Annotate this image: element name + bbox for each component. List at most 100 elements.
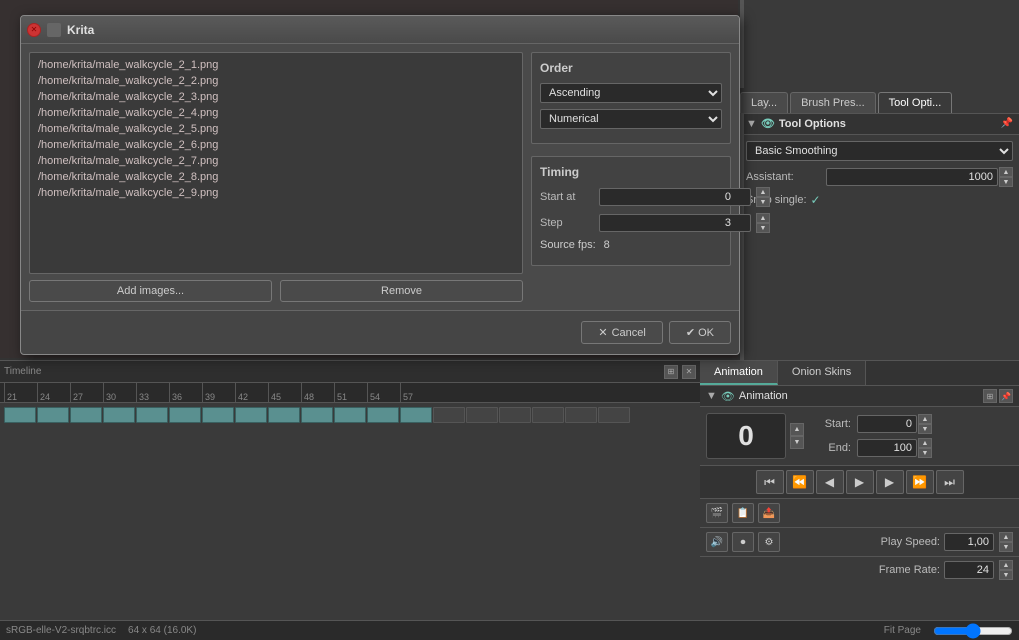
frame-down-btn[interactable]: ▼ <box>790 436 804 449</box>
remove-btn[interactable]: Remove <box>280 280 523 302</box>
settings-btn[interactable]: ⚙ <box>758 532 780 552</box>
file-item-8[interactable]: /home/krita/male_walkcycle_2_8.png <box>34 169 518 185</box>
audio-btn[interactable]: 🔊 <box>706 532 728 552</box>
next-frame-btn[interactable]: ▶ <box>876 470 904 494</box>
skip-to-start-btn[interactable]: ⏮ <box>756 470 784 494</box>
zoom-slider[interactable] <box>933 626 1013 636</box>
play-btn[interactable]: ▶ <box>846 470 874 494</box>
frame-rate-area: Frame Rate: ▲ ▼ <box>700 557 1019 583</box>
order-direction-select[interactable]: Ascending Descending <box>540 83 722 103</box>
frame-up-btn[interactable]: ▲ <box>790 423 804 436</box>
tool-options-content: Basic Smoothing Stabilizer None Assistan… <box>740 135 1019 219</box>
smoothing-select[interactable]: Basic Smoothing Stabilizer None <box>746 141 1013 161</box>
start-at-spinner: ▲ ▼ <box>756 187 770 207</box>
timeline-header: Timeline ⊞ ✕ <box>0 361 700 383</box>
ruler-tick-48: 48 <box>301 383 334 402</box>
dimensions: 64 x 64 (16.0K) <box>128 625 196 636</box>
start-row: Start: ▲ ▼ <box>816 414 932 434</box>
timeline-cell-19[interactable] <box>598 407 630 423</box>
timeline-cell-14[interactable] <box>433 407 465 423</box>
file-item-6[interactable]: /home/krita/male_walkcycle_2_6.png <box>34 137 518 153</box>
copy-frame-btn[interactable]: 📋 <box>732 503 754 523</box>
step-label: Step <box>540 217 595 229</box>
file-item-3[interactable]: /home/krita/male_walkcycle_2_3.png <box>34 89 518 105</box>
file-item-2[interactable]: /home/krita/male_walkcycle_2_2.png <box>34 73 518 89</box>
tab-layers[interactable]: Lay... <box>740 92 788 113</box>
timeline-cell-16[interactable] <box>499 407 531 423</box>
start-at-up[interactable]: ▲ <box>756 187 770 197</box>
frame-rate-input[interactable] <box>944 561 994 579</box>
timeline-cell-5[interactable] <box>136 407 168 423</box>
timeline-cell-18[interactable] <box>565 407 597 423</box>
start-at-input[interactable] <box>599 188 751 206</box>
next-keyframe-btn[interactable]: ⏩ <box>906 470 934 494</box>
record-btn[interactable]: ⏺ <box>732 532 754 552</box>
skip-to-end-btn[interactable]: ⏭ <box>936 470 964 494</box>
timeline-cell-11[interactable] <box>334 407 366 423</box>
file-item-5[interactable]: /home/krita/male_walkcycle_2_5.png <box>34 121 518 137</box>
step-up[interactable]: ▲ <box>756 213 770 223</box>
end-input[interactable] <box>857 439 917 457</box>
timeline-cell-4[interactable] <box>103 407 135 423</box>
file-item-7[interactable]: /home/krita/male_walkcycle_2_7.png <box>34 153 518 169</box>
assistant-down-btn[interactable]: ▼ <box>999 177 1013 187</box>
panel-expand-btn[interactable]: ⊞ <box>983 389 997 403</box>
add-images-btn[interactable]: Add images... <box>29 280 272 302</box>
start-up-btn[interactable]: ▲ <box>918 414 932 424</box>
animation-tab-bar: Animation Onion Skins <box>700 361 1019 386</box>
assistant-spinner: ▲ ▼ <box>999 167 1013 187</box>
play-speed-label: Play Speed: <box>881 536 940 548</box>
frame-rate-up-btn[interactable]: ▲ <box>999 560 1013 570</box>
timeline-cell-9[interactable] <box>268 407 300 423</box>
close-btn[interactable]: ✕ <box>27 23 41 37</box>
order-type-select[interactable]: Numerical Alphabetical <box>540 109 722 129</box>
timeline-cell-2[interactable] <box>37 407 69 423</box>
frame-rate-down-btn[interactable]: ▼ <box>999 570 1013 580</box>
timeline-cell-1[interactable] <box>4 407 36 423</box>
step-input[interactable] <box>599 214 751 232</box>
speed-down-btn[interactable]: ▼ <box>999 542 1013 552</box>
assistant-input[interactable] <box>826 168 998 186</box>
prev-keyframe-btn[interactable]: ⏪ <box>786 470 814 494</box>
file-item-4[interactable]: /home/krita/male_walkcycle_2_4.png <box>34 105 518 121</box>
cancel-button[interactable]: ✕ Cancel <box>581 321 662 344</box>
play-speed-input[interactable] <box>944 533 994 551</box>
tab-animation[interactable]: Animation <box>700 361 778 385</box>
pin-button[interactable]: 📌 <box>1001 118 1013 129</box>
eye-icon: 👁 <box>761 117 775 130</box>
timeline-cell-13[interactable] <box>400 407 432 423</box>
tab-brush-presets[interactable]: Brush Pres... <box>790 92 876 113</box>
assistant-up-btn[interactable]: ▲ <box>999 167 1013 177</box>
file-item-1[interactable]: /home/krita/male_walkcycle_2_1.png <box>34 57 518 73</box>
smoothing-row: Basic Smoothing Stabilizer None <box>746 141 1013 161</box>
timeline-cell-8[interactable] <box>235 407 267 423</box>
frame-counter: 0 <box>706 413 786 459</box>
timeline-cell-15[interactable] <box>466 407 498 423</box>
timeline-expand-btn[interactable]: ⊞ <box>664 365 678 379</box>
add-frame-btn[interactable]: 🎬 <box>706 503 728 523</box>
panel-pin-btn[interactable]: 📌 <box>999 389 1013 403</box>
timeline-cell-7[interactable] <box>202 407 234 423</box>
tab-tool-options[interactable]: Tool Opti... <box>878 92 953 113</box>
end-spinner: ▲ ▼ <box>918 438 932 458</box>
timeline-cell-3[interactable] <box>70 407 102 423</box>
start-input[interactable] <box>857 415 917 433</box>
end-up-btn[interactable]: ▲ <box>918 438 932 448</box>
timing-group: Timing Start at ▲ ▼ Step ▲ ▼ <box>531 156 731 266</box>
export-btn[interactable]: 📤 <box>758 503 780 523</box>
end-row: End: ▲ ▼ <box>816 438 932 458</box>
prev-frame-btn[interactable]: ◀ <box>816 470 844 494</box>
timeline-cell-6[interactable] <box>169 407 201 423</box>
timeline-cell-17[interactable] <box>532 407 564 423</box>
start-at-down[interactable]: ▼ <box>756 197 770 207</box>
timeline-cell-10[interactable] <box>301 407 333 423</box>
timeline-cell-12[interactable] <box>367 407 399 423</box>
timeline-close-btn[interactable]: ✕ <box>682 365 696 379</box>
ok-button[interactable]: ✔ OK <box>669 321 731 344</box>
end-down-btn[interactable]: ▼ <box>918 448 932 458</box>
step-down[interactable]: ▼ <box>756 223 770 233</box>
start-down-btn[interactable]: ▼ <box>918 424 932 434</box>
tab-onion-skins[interactable]: Onion Skins <box>778 361 866 385</box>
file-item-9[interactable]: /home/krita/male_walkcycle_2_9.png <box>34 185 518 201</box>
speed-up-btn[interactable]: ▲ <box>999 532 1013 542</box>
